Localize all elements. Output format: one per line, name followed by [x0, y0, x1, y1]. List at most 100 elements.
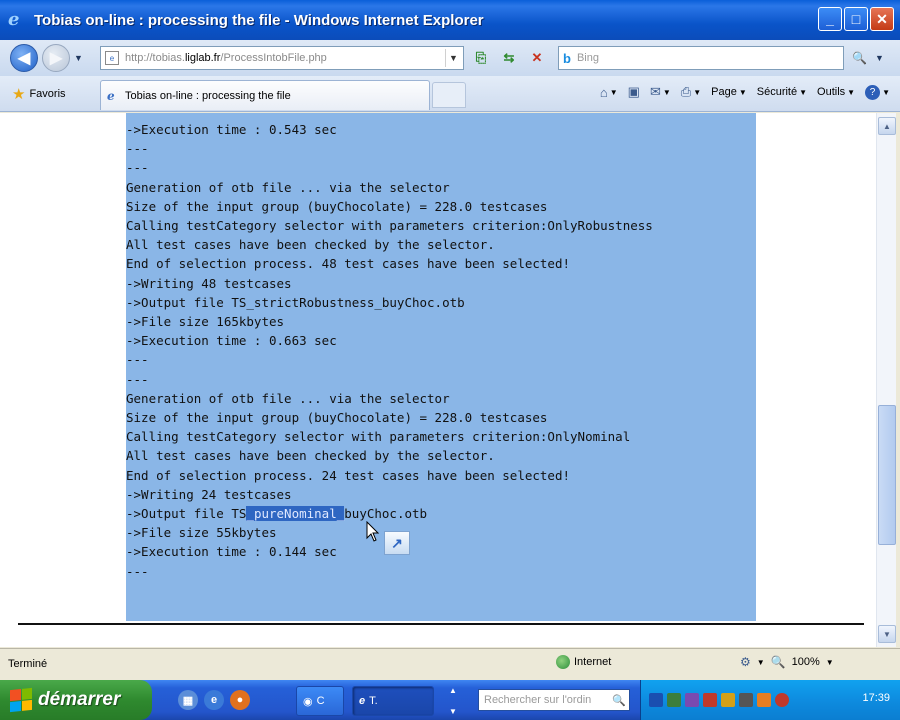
output-line: ->Output file TS_strictRobustness_buyCho… [126, 294, 465, 310]
url-domain: liglab.fr [184, 52, 221, 64]
tab-active[interactable]: e Tobias on-line : processing the file [100, 80, 430, 110]
tray-app-icon[interactable] [685, 693, 699, 707]
taskbar-item-1[interactable]: ◉ C [296, 686, 344, 716]
tray-app-icon[interactable] [667, 693, 681, 707]
close-button[interactable]: ✕ [870, 7, 894, 31]
forward-button[interactable]: ▶ [42, 44, 70, 72]
taskbar-item-label: T. [369, 695, 378, 707]
home-button[interactable]: ⌂ ▼ [600, 85, 618, 100]
maximize-button[interactable]: □ [844, 7, 868, 31]
feeds-icon: ▣ [627, 84, 640, 99]
output-line: Size of the input group (buyChocolate) =… [126, 410, 548, 426]
output-line: All test cases have been checked by the … [126, 448, 495, 464]
globe-icon [556, 655, 570, 669]
tray-app-icon[interactable] [721, 693, 735, 707]
system-tray: 17:39 [640, 680, 900, 720]
ie-quicklaunch-icon[interactable]: e [204, 690, 224, 710]
help-dropdown-icon: ▼ [882, 87, 890, 97]
start-label: démarrer [38, 689, 121, 710]
output-line: --- [126, 352, 149, 368]
processing-output[interactable]: ->Execution time : 0.543 sec --- --- Genera… [126, 120, 766, 581]
protected-mode-icon[interactable]: ⚙ [740, 655, 751, 669]
tools-menu[interactable]: Outils ▼ [817, 86, 855, 98]
back-button[interactable]: ◀ [10, 44, 38, 72]
highlighted-text[interactable]: _pureNominal_ [246, 506, 345, 522]
tab-label: Tobias on-line : processing the file [125, 89, 291, 102]
stop-icon[interactable]: ✕ [526, 48, 548, 68]
print-dropdown-icon: ▼ [693, 87, 702, 97]
search-input[interactable]: b Bing [558, 46, 844, 70]
taskbar-scroll-arrows[interactable]: ▲ ▼ [446, 686, 460, 716]
security-menu-label: Sécurité [756, 86, 798, 98]
window-title: Tobias on-line : processing the file - W… [34, 11, 484, 29]
scroll-thumb[interactable] [878, 405, 896, 545]
tab-bar: ★ Favoris e Tobias on-line : processing … [0, 76, 900, 112]
command-bar: ⌂ ▼ ▣ ✉ ▼ ⎙ ▼ Page ▼ Sécurité ▼ Outils ▼ ? ▼ [600, 84, 890, 100]
url-prefix: http://tobias. [125, 52, 185, 64]
desktop-search-placeholder: Rechercher sur l'ordin [484, 694, 592, 706]
search-icon[interactable]: 🔍 [852, 51, 867, 65]
page-menu-arrow-icon: ▼ [738, 87, 747, 97]
minimize-button[interactable]: _ [818, 7, 842, 31]
horizontal-rule [18, 623, 864, 625]
output-line-text: buyChoc.otb [344, 506, 428, 522]
tray-app-icon[interactable] [739, 693, 753, 707]
feeds-button[interactable]: ▣ [628, 84, 640, 100]
output-line-text: ->Output file TS [126, 506, 247, 522]
refresh-icon[interactable]: ⇆ [498, 48, 520, 68]
page-menu-label: Page [711, 86, 737, 98]
output-line: End of selection process. 24 test cases … [126, 467, 571, 483]
output-line: ->Execution time : 0.663 sec [126, 333, 337, 349]
security-menu[interactable]: Sécurité ▼ [757, 86, 807, 98]
status-bar: Terminé Internet ⚙ ▼ 🔍 100% ▼ [0, 648, 900, 678]
output-line: Generation of otb file ... via the selec… [126, 390, 450, 406]
tools-menu-arrow-icon: ▼ [847, 87, 856, 97]
output-line: ->Writing 24 testcases [126, 486, 292, 502]
show-desktop-icon[interactable]: ▦ [178, 690, 198, 710]
drag-link-icon: ↗ [384, 531, 410, 555]
address-bar[interactable]: e http://tobias. liglab.fr/ProcessIntobFi… [100, 46, 464, 70]
output-line: End of selection process. 48 test cases … [126, 256, 571, 272]
tray-security-icon[interactable] [775, 693, 789, 707]
mail-button[interactable]: ✉ ▼ [650, 84, 671, 100]
page-content: ->Execution time : 0.543 sec --- --- Genera… [0, 113, 876, 647]
chevron-down-icon[interactable]: ▼ [449, 707, 457, 716]
help-button[interactable]: ? ▼ [865, 84, 890, 100]
new-tab-button[interactable] [432, 82, 466, 108]
navigation-bar: ◀ ▶ ▼ e http://tobias. liglab.fr/ProcessI… [0, 40, 900, 76]
zoom-dropdown-icon[interactable]: ▼ [826, 658, 834, 667]
tray-app-icon[interactable] [703, 693, 717, 707]
compatibility-view-icon[interactable]: ⎘ [470, 48, 492, 68]
desktop-search-input[interactable]: Rechercher sur l'ordin 🔍 [478, 689, 630, 711]
favorites-label: Favoris [29, 87, 66, 100]
address-dropdown-icon[interactable]: ▼ [445, 49, 461, 67]
output-line: ->File size 55kbytes [126, 525, 277, 541]
zoom-control[interactable]: ⚙ ▼ 🔍 100% ▼ [740, 655, 834, 669]
protected-mode-dropdown-icon[interactable]: ▼ [757, 658, 765, 667]
search-placeholder: Bing [576, 52, 599, 64]
output-line: --- [126, 141, 149, 157]
scroll-down-icon[interactable]: ▼ [878, 625, 896, 643]
page-menu[interactable]: Page ▼ [711, 86, 747, 98]
tray-app-icon[interactable] [757, 693, 771, 707]
output-line: Calling testCategory selector with param… [126, 429, 631, 445]
tray-network-icon[interactable] [649, 693, 663, 707]
favorites-button[interactable]: ★ Favoris [12, 85, 66, 103]
history-dropdown-icon[interactable]: ▼ [74, 53, 83, 63]
output-line: --- [126, 563, 149, 579]
vertical-scrollbar[interactable]: ▲ ▼ [876, 113, 896, 647]
title-bar: e Tobias on-line : processing the file -… [0, 0, 900, 40]
ie-icon: e [8, 9, 20, 30]
scroll-up-icon[interactable]: ▲ [878, 117, 896, 135]
chevron-up-icon[interactable]: ▲ [449, 686, 457, 695]
search-controls: 🔍 ▼ [848, 48, 888, 68]
print-button[interactable]: ⎙ ▼ [681, 84, 701, 100]
firefox-quicklaunch-icon[interactable]: ● [230, 690, 250, 710]
search-options-icon[interactable]: ▼ [875, 53, 884, 63]
output-line: Calling testCategory selector with param… [126, 218, 653, 234]
start-button[interactable]: démarrer [0, 680, 152, 720]
search-icon[interactable]: 🔍 [611, 692, 627, 708]
security-zone[interactable]: Internet [556, 655, 611, 669]
taskbar-item-2[interactable]: e T. [352, 686, 434, 716]
bing-icon: b [563, 50, 571, 66]
